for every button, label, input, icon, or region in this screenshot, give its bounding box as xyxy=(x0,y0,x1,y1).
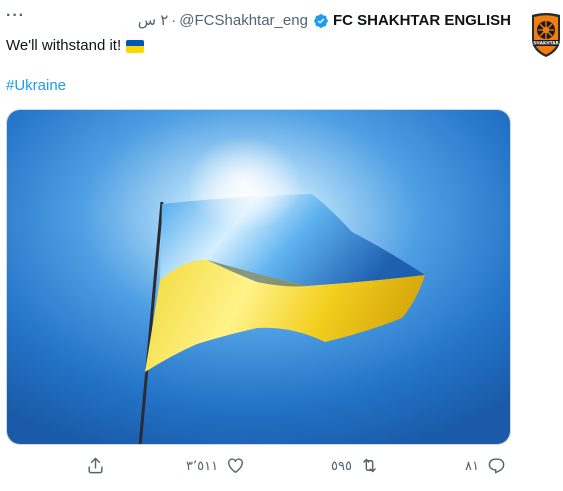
tweet-image[interactable] xyxy=(6,109,511,445)
tweet-time[interactable]: ٢ س xyxy=(138,12,169,30)
tweet-text: We'll withstand it! xyxy=(6,36,145,56)
share-icon xyxy=(88,457,103,474)
like-button[interactable]: ٣٬٥١١ xyxy=(186,456,245,475)
tweet-header: ٢ س · @FCShakhtar_eng FC SHAKHTAR ENGLIS… xyxy=(138,12,511,30)
more-horizontal-icon: ··· xyxy=(6,7,25,24)
more-options-button[interactable]: ··· xyxy=(6,8,25,24)
display-name[interactable]: FC SHAKHTAR ENGLISH xyxy=(333,12,511,30)
retweet-count: ٥٩٥ xyxy=(331,457,352,473)
hashtag-link[interactable]: #Ukraine xyxy=(6,76,66,96)
tweet-body: We'll withstand it! xyxy=(6,37,122,54)
retweet-icon xyxy=(363,458,376,473)
retweet-button[interactable]: ٥٩٥ xyxy=(331,456,379,475)
heart-icon xyxy=(228,458,244,473)
tweet: ··· ٢ س · @FCShakhtar_eng FC SHAKHTAR EN… xyxy=(0,0,563,491)
reply-icon xyxy=(488,458,505,474)
share-button[interactable] xyxy=(86,456,105,475)
tweet-actions: ٣٬٥١١ ٥٩٥ ٨١ xyxy=(0,452,563,482)
avatar-text: SHAKHTAR xyxy=(533,41,559,46)
ukraine-flag-photo xyxy=(7,110,510,444)
ukraine-flag-emoji xyxy=(126,39,145,53)
reply-count: ٨١ xyxy=(465,457,479,473)
user-handle[interactable]: @FCShakhtar_eng xyxy=(179,12,308,30)
reply-button[interactable]: ٨١ xyxy=(465,456,506,475)
separator-dot: · xyxy=(171,12,177,29)
avatar[interactable]: SHAKHTAR xyxy=(529,11,563,59)
verified-badge-icon xyxy=(313,13,329,29)
like-count: ٣٬٥١١ xyxy=(186,457,219,473)
